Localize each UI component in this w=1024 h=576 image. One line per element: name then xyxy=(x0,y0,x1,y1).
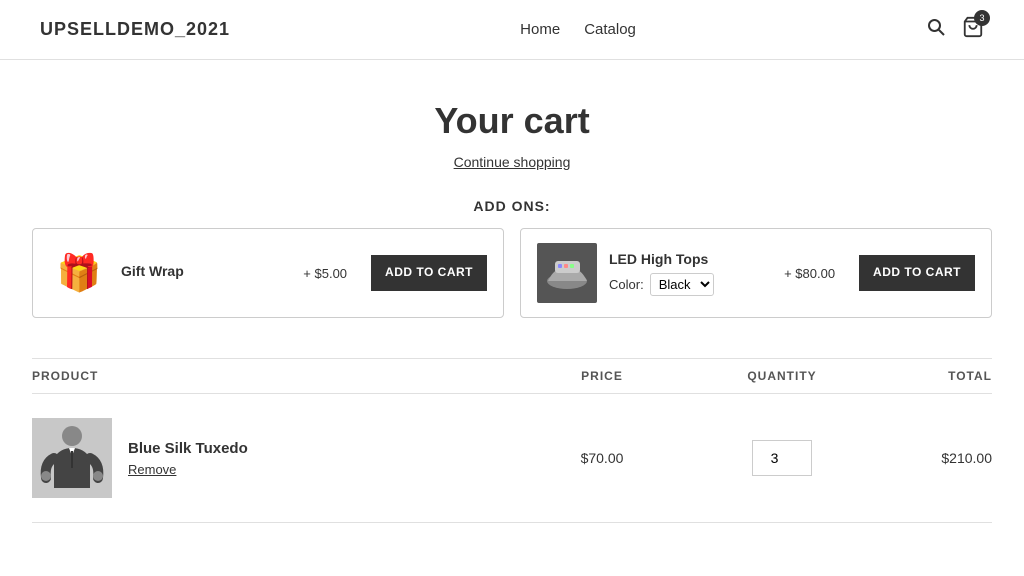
product-image xyxy=(32,418,112,498)
cart-table-header: PRODUCT PRICE QUANTITY TOTAL xyxy=(32,358,992,394)
search-icon xyxy=(926,17,946,37)
add-ons-label: ADD ONS: xyxy=(32,198,992,214)
gift-wrap-price: + $5.00 xyxy=(303,266,347,281)
cart-item-product: Blue Silk Tuxedo Remove xyxy=(32,418,512,498)
cart-button[interactable]: 3 xyxy=(962,16,984,43)
led-high-tops-image xyxy=(537,243,597,303)
led-high-tops-add-to-cart-button[interactable]: ADD TO CART xyxy=(859,255,975,291)
search-button[interactable] xyxy=(926,17,946,42)
nav-catalog[interactable]: Catalog xyxy=(584,21,636,38)
gift-wrap-name: Gift Wrap xyxy=(121,263,279,279)
cart-item-total: $210.00 xyxy=(872,450,992,466)
color-select[interactable]: Black White Red xyxy=(650,273,714,296)
cart-item-details: Blue Silk Tuxedo Remove xyxy=(128,440,248,477)
continue-shopping-link[interactable]: Continue shopping xyxy=(32,154,992,170)
color-label: Color: xyxy=(609,277,644,292)
cart-badge: 3 xyxy=(974,10,990,26)
add-on-card-gift-wrap: 🎁 Gift Wrap + $5.00 ADD TO CART xyxy=(32,228,504,318)
add-ons-container: 🎁 Gift Wrap + $5.00 ADD TO CART xyxy=(32,228,992,318)
led-high-tops-info: LED High Tops Color: Black White Red xyxy=(609,251,760,296)
site-header: UPSELLDEMO_2021 Home Catalog 3 xyxy=(0,0,1024,60)
remove-button[interactable]: Remove xyxy=(128,462,176,477)
add-on-card-led-high-tops: LED High Tops Color: Black White Red + $… xyxy=(520,228,992,318)
gift-wrap-info: Gift Wrap xyxy=(121,263,279,283)
gift-wrap-image: 🎁 xyxy=(49,243,109,303)
quantity-input[interactable] xyxy=(752,440,812,476)
main-nav: Home Catalog xyxy=(520,21,636,38)
col-header-price: PRICE xyxy=(512,369,692,383)
tuxedo-image-svg xyxy=(32,418,112,498)
col-header-quantity: QUANTITY xyxy=(692,369,872,383)
col-header-product: PRODUCT xyxy=(32,369,512,383)
site-logo: UPSELLDEMO_2021 xyxy=(40,19,230,40)
header-icons: 3 xyxy=(926,16,984,43)
cart-title: Your cart xyxy=(32,100,992,142)
led-high-tops-price: + $80.00 xyxy=(784,266,835,281)
cart-item-price: $70.00 xyxy=(512,450,692,466)
product-name: Blue Silk Tuxedo xyxy=(128,440,248,457)
cart-item-quantity xyxy=(692,440,872,476)
gift-wrap-add-to-cart-button[interactable]: ADD TO CART xyxy=(371,255,487,291)
col-header-total: TOTAL xyxy=(872,369,992,383)
cart-item: Blue Silk Tuxedo Remove $70.00 $210.00 xyxy=(32,394,992,523)
led-high-tops-color-row: Color: Black White Red xyxy=(609,273,760,296)
led-high-tops-name: LED High Tops xyxy=(609,251,760,267)
main-content: Your cart Continue shopping ADD ONS: 🎁 G… xyxy=(12,60,1012,563)
led-shoe-icon xyxy=(540,246,595,301)
nav-home[interactable]: Home xyxy=(520,21,560,38)
